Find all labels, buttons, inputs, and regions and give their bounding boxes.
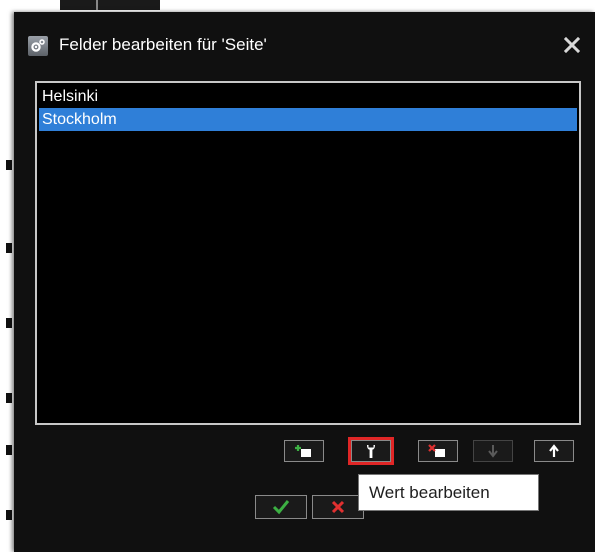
ok-button[interactable]: [255, 495, 307, 519]
add-field-button[interactable]: [284, 440, 324, 462]
move-up-button[interactable]: [534, 440, 574, 462]
screen: Felder bearbeiten für 'Seite' Helsinki S…: [0, 0, 595, 552]
arrow-up-icon: [549, 444, 559, 457]
move-down-button[interactable]: [473, 440, 513, 462]
background-tick: [6, 393, 12, 403]
arrow-down-icon: [488, 445, 498, 458]
list-item[interactable]: Stockholm: [39, 108, 577, 131]
checkmark-icon: [272, 500, 290, 515]
dialog-title: Felder bearbeiten für 'Seite': [59, 35, 267, 54]
background-tick: [6, 318, 12, 328]
gear-icon: [28, 36, 48, 56]
background-tick: [6, 160, 12, 170]
dialog-titlebar[interactable]: Felder bearbeiten für 'Seite': [14, 12, 595, 72]
background-tick: [6, 445, 12, 455]
tooltip: Wert bearbeiten: [358, 474, 539, 511]
background-app-toolbar: [60, 0, 160, 10]
delete-field-button[interactable]: [418, 440, 458, 462]
list-item[interactable]: Helsinki: [39, 85, 577, 108]
delete-field-icon: [428, 444, 445, 457]
background-app-edge: [0, 0, 14, 552]
cross-icon: [331, 500, 345, 514]
add-field-icon: [295, 445, 311, 457]
fields-listbox[interactable]: Helsinki Stockholm: [35, 81, 581, 425]
background-tick: [6, 510, 12, 520]
wrench-icon: [367, 445, 375, 458]
close-icon[interactable]: [561, 34, 583, 56]
edit-fields-dialog: Felder bearbeiten für 'Seite' Helsinki S…: [14, 12, 595, 552]
edit-value-button[interactable]: [348, 437, 394, 465]
cancel-button[interactable]: [312, 495, 364, 519]
background-tick: [6, 243, 12, 253]
